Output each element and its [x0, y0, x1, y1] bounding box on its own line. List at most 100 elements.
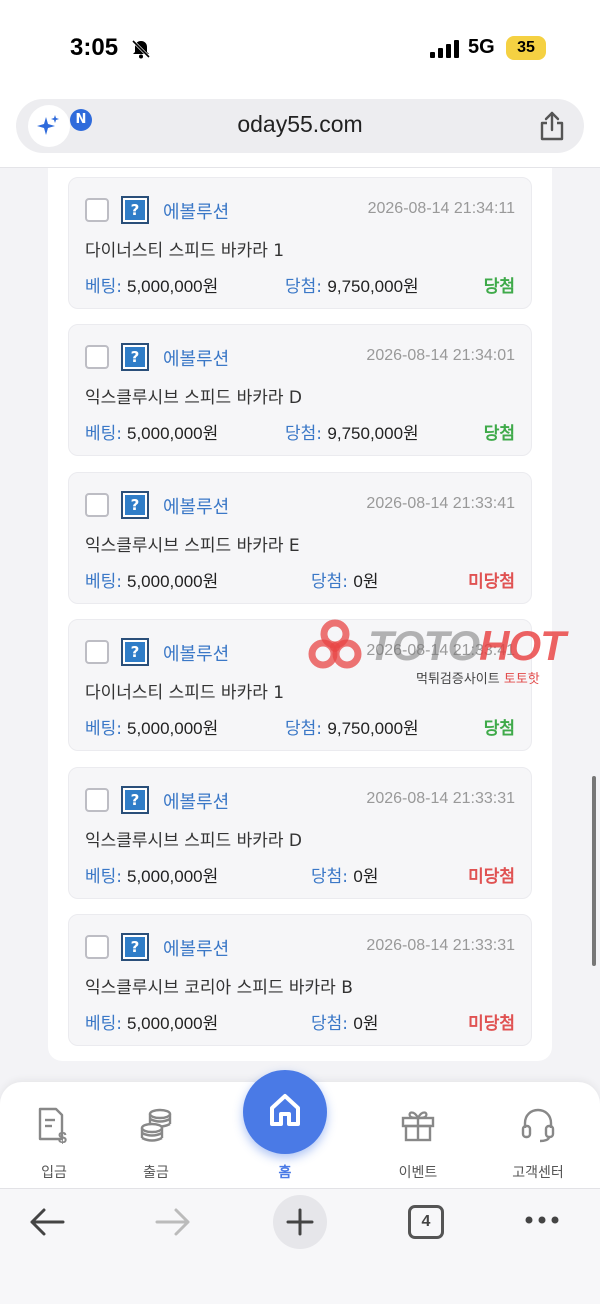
- win-group: 당첨: 9,750,000원: [285, 714, 419, 739]
- watermark-subtitle: 먹튀검증사이트 토토핫: [416, 672, 540, 687]
- nav-support[interactable]: 고객센터: [488, 1082, 588, 1188]
- forward-arrow-icon[interactable]: [154, 1205, 192, 1239]
- bet-label: 베팅:: [85, 277, 123, 297]
- url-text[interactable]: oday55.com: [16, 111, 584, 138]
- bet-history-panel: ? 에볼루션 2026-08-14 21:34:11 다이너스티 스피드 바카라…: [48, 168, 552, 1061]
- win-group: 당첨: 9,750,000원: [285, 419, 419, 444]
- win-amount: 9,750,000원: [327, 719, 419, 738]
- browser-url-area: N oday55.com: [0, 96, 600, 168]
- bet-amount: 5,000,000원: [127, 1014, 219, 1033]
- watermark-brand: TOTOHOT: [368, 622, 566, 669]
- nav-event[interactable]: 이벤트: [368, 1082, 468, 1188]
- tabs-count-button[interactable]: 4: [408, 1205, 444, 1239]
- cellular-signal-icon: [430, 40, 459, 58]
- win-label: 당첨:: [285, 277, 323, 297]
- win-label: 당첨:: [311, 572, 349, 592]
- bet-checkbox[interactable]: [85, 345, 109, 369]
- bet-amount: 5,000,000원: [127, 277, 219, 296]
- win-group: 당첨: 0원: [311, 1009, 379, 1034]
- provider-logo-icon: ?: [121, 491, 149, 519]
- win-label: 당첨:: [311, 867, 349, 887]
- nav-label-home: 홈: [278, 1165, 292, 1181]
- nav-label: 입금: [41, 1165, 67, 1181]
- bet-checkbox[interactable]: [85, 788, 109, 812]
- more-icon[interactable]: [524, 1215, 560, 1225]
- provider-logo-icon: ?: [121, 638, 149, 666]
- nav-withdraw[interactable]: 출금: [106, 1082, 206, 1188]
- watermark: TOTOHOT 먹튀검증사이트 토토핫: [306, 618, 596, 698]
- back-arrow-icon[interactable]: [28, 1205, 66, 1239]
- bet-time: 2026-08-14 21:33:41: [366, 495, 515, 512]
- provider-name: 에볼루션: [163, 792, 230, 813]
- win-label: 당첨:: [311, 1014, 349, 1034]
- provider-name: 에볼루션: [163, 497, 230, 518]
- status-time: 3:05: [70, 34, 119, 61]
- browser-toolbar: 4: [0, 1188, 600, 1304]
- nav-label: 이벤트: [398, 1165, 438, 1181]
- game-name: 익스클루시브 스피드 바카라 D: [85, 831, 302, 851]
- win-label: 당첨:: [285, 424, 323, 444]
- bet-checkbox[interactable]: [85, 640, 109, 664]
- provider-logo-icon: ?: [121, 196, 149, 224]
- home-button[interactable]: [243, 1070, 327, 1154]
- svg-text:$: $: [58, 1130, 67, 1144]
- provider-logo-icon: ?: [121, 786, 149, 814]
- address-bar[interactable]: N oday55.com: [16, 99, 584, 153]
- provider-logo-icon: ?: [121, 343, 149, 371]
- game-name: 익스클루시브 코리아 스피드 바카라 B: [85, 978, 353, 998]
- bet-result: 미당첨: [468, 867, 515, 887]
- provider-logo-icon: ?: [121, 933, 149, 961]
- gift-icon: [401, 1111, 435, 1142]
- bet-amount: 5,000,000원: [127, 867, 219, 886]
- bet-result: 당첨: [483, 424, 515, 444]
- win-group: 당첨: 0원: [311, 862, 379, 887]
- bet-card: ? 에볼루션 2026-08-14 21:33:31 익스클루시브 스피드 바카…: [68, 767, 532, 899]
- game-name: 익스클루시브 스피드 바카라 E: [85, 536, 300, 556]
- bet-result: 당첨: [483, 719, 515, 739]
- bet-label: 베팅:: [85, 719, 123, 739]
- bet-result: 당첨: [483, 277, 515, 297]
- bet-label: 베팅:: [85, 867, 123, 887]
- battery-level: 35: [506, 36, 546, 60]
- home-icon: [270, 1094, 300, 1126]
- win-label: 당첨:: [285, 719, 323, 739]
- bet-checkbox[interactable]: [85, 935, 109, 959]
- flower-logo-icon: [308, 619, 362, 669]
- nav-deposit[interactable]: $ 입금: [4, 1082, 104, 1188]
- headset-icon: [521, 1108, 555, 1143]
- bet-label: 베팅:: [85, 1014, 123, 1034]
- bet-checkbox[interactable]: [85, 198, 109, 222]
- bet-amount: 5,000,000원: [127, 572, 219, 591]
- new-tab-button[interactable]: [273, 1195, 327, 1249]
- bell-muted-icon: [131, 39, 151, 59]
- scrollbar-thumb[interactable]: [592, 776, 596, 966]
- bet-checkbox[interactable]: [85, 493, 109, 517]
- nav-label: 고객센터: [512, 1165, 564, 1181]
- bet-time: 2026-08-14 21:33:31: [366, 937, 515, 954]
- game-name: 다이너스티 스피드 바카라 1: [85, 241, 285, 261]
- plus-icon: [286, 1208, 314, 1236]
- win-amount: 0원: [353, 867, 379, 886]
- bet-result: 미당첨: [468, 1014, 515, 1034]
- bet-time: 2026-08-14 21:34:11: [367, 200, 515, 217]
- win-group: 당첨: 0원: [311, 567, 379, 592]
- bet-label: 베팅:: [85, 424, 123, 444]
- share-icon[interactable]: [538, 111, 566, 141]
- bet-card: ? 에볼루션 2026-08-14 21:34:11 다이너스티 스피드 바카라…: [68, 177, 532, 309]
- game-name: 다이너스티 스피드 바카라 1: [85, 683, 285, 703]
- coins-icon: [140, 1108, 172, 1142]
- bet-time: 2026-08-14 21:34:01: [366, 347, 515, 364]
- bet-card: ? 에볼루션 2026-08-14 21:33:41 익스클루시브 스피드 바카…: [68, 472, 532, 604]
- game-name: 익스클루시브 스피드 바카라 D: [85, 388, 302, 408]
- win-amount: 0원: [353, 1014, 379, 1033]
- bet-card: ? 에볼루션 2026-08-14 21:33:31 익스클루시브 코리아 스피…: [68, 914, 532, 1046]
- nav-label: 출금: [143, 1165, 169, 1181]
- provider-name: 에볼루션: [163, 202, 230, 223]
- win-group: 당첨: 9,750,000원: [285, 272, 419, 297]
- bet-time: 2026-08-14 21:33:31: [366, 790, 515, 807]
- bet-label: 베팅:: [85, 572, 123, 592]
- provider-name: 에볼루션: [163, 349, 230, 370]
- bet-amount: 5,000,000원: [127, 424, 219, 443]
- bottom-nav: $ 입금 출금 홈 이벤트 고객센터: [0, 1070, 600, 1188]
- provider-name: 에볼루션: [163, 939, 230, 960]
